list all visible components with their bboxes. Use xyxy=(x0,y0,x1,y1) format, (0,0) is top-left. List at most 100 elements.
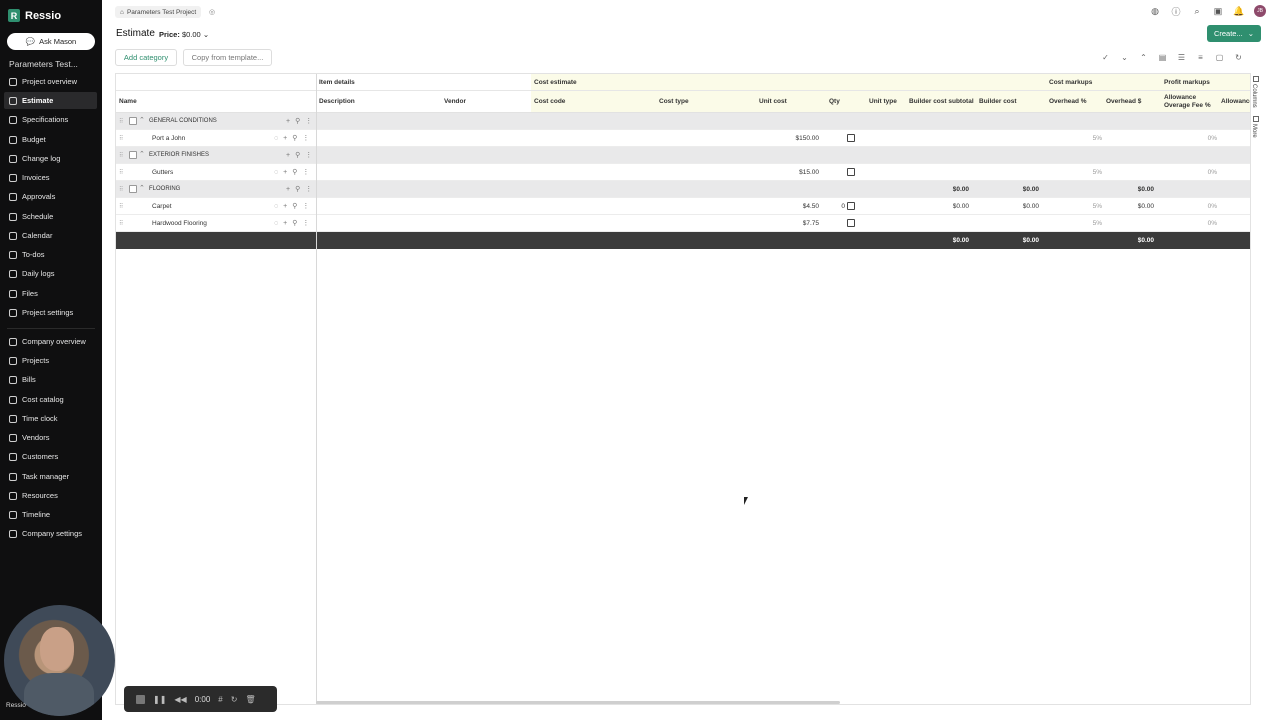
sidebar-item-task-manager[interactable]: Task manager xyxy=(4,468,97,485)
calculator-icon[interactable] xyxy=(847,202,855,210)
sidebar-item-company-settings[interactable]: Company settings xyxy=(4,525,97,542)
drag-handle-icon[interactable]: ⠿ xyxy=(119,220,123,227)
calculator-icon[interactable] xyxy=(847,134,855,142)
add-category-button[interactable]: Add category xyxy=(115,49,177,66)
calculator-icon[interactable] xyxy=(847,168,855,176)
status-icon[interactable]: ◌ xyxy=(274,203,278,210)
avatar[interactable]: JB xyxy=(1254,5,1266,17)
category-row[interactable]: ⠿ ⌃ GENERAL CONDITIONS + ⚲ ⋮ xyxy=(116,113,1250,130)
unit-cost-cell[interactable]: $150.00 xyxy=(756,130,820,146)
overhead-pct-cell[interactable]: 5% xyxy=(1046,130,1102,146)
messages-icon[interactable]: ▣ xyxy=(1212,5,1224,17)
notifications-icon[interactable]: 🔔 xyxy=(1233,5,1245,17)
item-name[interactable]: Carpet xyxy=(152,198,172,214)
side-tab-more[interactable]: More xyxy=(1251,124,1257,138)
history-icon[interactable]: ↻ xyxy=(1232,51,1245,64)
horizontal-scrollbar[interactable] xyxy=(316,701,840,704)
ask-mason-button[interactable]: 💬 Ask Mason xyxy=(7,33,95,50)
sidebar-item-resources[interactable]: Resources xyxy=(4,487,97,504)
drag-handle-icon[interactable]: ⠿ xyxy=(119,135,123,142)
col-builder-cost-subtotal[interactable]: Builder cost subtotal xyxy=(906,91,976,112)
more-icon[interactable]: ⋮ xyxy=(302,134,309,142)
allowance-pct-cell[interactable]: 0% xyxy=(1161,164,1217,180)
status-icon[interactable]: ◌ xyxy=(274,220,278,227)
attach-icon[interactable]: ⚲ xyxy=(292,219,297,227)
attach-icon[interactable]: ⚲ xyxy=(292,134,297,142)
sidebar-item-calendar[interactable]: Calendar xyxy=(4,227,97,244)
attach-icon[interactable]: ⚲ xyxy=(295,151,300,159)
sidebar-item-project-settings[interactable]: Project settings xyxy=(4,304,97,321)
sidebar-item-vendors[interactable]: Vendors xyxy=(4,429,97,446)
sidebar-item-bills[interactable]: Bills xyxy=(4,371,97,388)
more-icon[interactable]: ⋮ xyxy=(302,168,309,176)
collapse-icon[interactable]: ⌄ xyxy=(1118,51,1131,64)
copy-from-template-button[interactable]: Copy from template... xyxy=(183,49,272,66)
drag-handle-icon[interactable]: ⠿ xyxy=(119,186,123,193)
col-cost-code[interactable]: Cost code xyxy=(531,91,656,112)
category-name[interactable]: FLOORING xyxy=(149,181,180,197)
allowance-pct-cell[interactable]: 0% xyxy=(1161,198,1217,214)
grid-icon[interactable]: # xyxy=(218,695,222,704)
qty-cell[interactable]: 0 xyxy=(826,198,845,214)
more-icon[interactable]: ⋮ xyxy=(302,202,309,210)
sidebar-item-schedule[interactable]: Schedule xyxy=(4,208,97,225)
rewind-icon[interactable]: ◀◀ xyxy=(174,695,186,704)
info-icon[interactable]: ⓘ xyxy=(1170,5,1182,17)
sidebar-item-change-log[interactable]: Change log xyxy=(4,150,97,167)
sidebar-item-files[interactable]: Files xyxy=(4,285,97,302)
col-name[interactable]: Name xyxy=(116,91,316,112)
col-vendor[interactable]: Vendor xyxy=(441,91,531,112)
sidebar-item-project-overview[interactable]: Project overview xyxy=(4,73,97,90)
sidebar-item-company-overview[interactable]: Company overview xyxy=(4,333,97,350)
sidebar-item-budget[interactable]: Budget xyxy=(4,131,97,148)
status-icon[interactable]: ◌ xyxy=(274,169,278,176)
col-overhead-pct[interactable]: Overhead % xyxy=(1046,91,1103,112)
sidebar-item-invoices[interactable]: Invoices xyxy=(4,169,97,186)
sidebar-item-timeline[interactable]: Timeline xyxy=(4,506,97,523)
drag-handle-icon[interactable]: ⠿ xyxy=(119,118,123,125)
category-row[interactable]: ⠿ ⌃ FLOORING + ⚲ ⋮ $0.00 $0.00 $0.00 xyxy=(116,181,1250,198)
drag-handle-icon[interactable]: ⠿ xyxy=(119,203,123,210)
add-icon[interactable]: + xyxy=(283,203,287,210)
sidebar-item-time-clock[interactable]: Time clock xyxy=(4,410,97,427)
col-cost-type[interactable]: Cost type xyxy=(656,91,756,112)
col-allowance-fee-pct[interactable]: Allowance Overage Fee % xyxy=(1161,91,1218,112)
col-unit-type[interactable]: Unit type xyxy=(866,91,906,112)
allowance-pct-cell[interactable]: 0% xyxy=(1161,130,1217,146)
table-row[interactable]: ⠿ Carpet ◌ + ⚲ ⋮ $4.50 0 $0.00 $0.00 5% $0.… xyxy=(116,198,1250,215)
attach-icon[interactable]: ⚲ xyxy=(295,185,300,193)
price-dropdown[interactable]: Price: $0.00 ⌄ xyxy=(159,30,209,39)
unit-cost-cell[interactable]: $15.00 xyxy=(756,164,819,180)
sidebar-item-projects[interactable]: Projects xyxy=(4,352,97,369)
create-button[interactable]: Create... ⌄ xyxy=(1207,25,1261,42)
more-icon[interactable]: ⋮ xyxy=(305,117,312,125)
stop-icon[interactable] xyxy=(136,694,145,704)
chevron-up-icon[interactable]: ⌃ xyxy=(139,116,145,124)
category-name[interactable]: EXTERIOR FINISHES xyxy=(149,147,209,163)
drag-handle-icon[interactable]: ⠿ xyxy=(119,152,123,159)
overhead-pct-cell[interactable]: 5% xyxy=(1046,164,1102,180)
table-row[interactable]: ⠿ Gutters ◌ + ⚲ ⋮ $15.00 5% 0% xyxy=(116,164,1250,181)
logo[interactable]: R Ressio xyxy=(8,9,61,22)
unit-cost-cell[interactable]: $7.75 xyxy=(756,215,819,231)
col-builder-cost[interactable]: Builder cost xyxy=(976,91,1046,112)
add-icon[interactable]: + xyxy=(286,186,290,193)
col-qty[interactable]: Qty xyxy=(826,91,866,112)
col-description[interactable]: Description xyxy=(316,91,441,112)
category-row[interactable]: ⠿ ⌃ EXTERIOR FINISHES + ⚲ ⋮ xyxy=(116,147,1250,164)
pause-icon[interactable]: ❚❚ xyxy=(153,695,166,704)
side-tab-columns[interactable]: Columns xyxy=(1251,84,1257,108)
row-checkbox[interactable] xyxy=(129,151,137,159)
attach-icon[interactable]: ⚲ xyxy=(295,117,300,125)
add-icon[interactable]: + xyxy=(286,152,290,159)
density-icon[interactable]: ≡ xyxy=(1194,51,1207,64)
columns-icon[interactable]: ▤ xyxy=(1156,51,1169,64)
more-icon[interactable]: ⋮ xyxy=(305,151,312,159)
attach-icon[interactable]: ⚲ xyxy=(292,168,297,176)
chevron-up-icon[interactable]: ⌃ xyxy=(139,184,145,192)
sidebar-item-to-dos[interactable]: To-dos xyxy=(4,246,97,263)
sidebar-item-cost-catalog[interactable]: Cost catalog xyxy=(4,391,97,408)
help-chat-icon[interactable]: ◍ xyxy=(1149,5,1161,17)
attach-icon[interactable]: ⚲ xyxy=(292,202,297,210)
item-name[interactable]: Port a John xyxy=(152,130,185,146)
